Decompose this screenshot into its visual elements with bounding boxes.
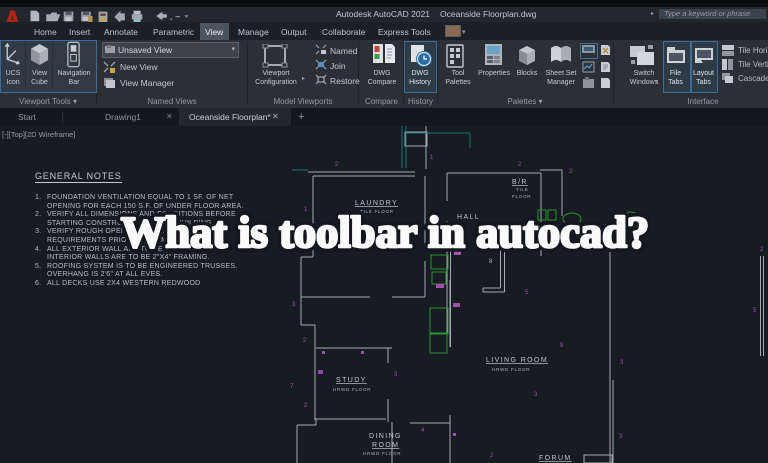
svg-text:What is toolbar in autocad?: What is toolbar in autocad? — [121, 207, 649, 257]
